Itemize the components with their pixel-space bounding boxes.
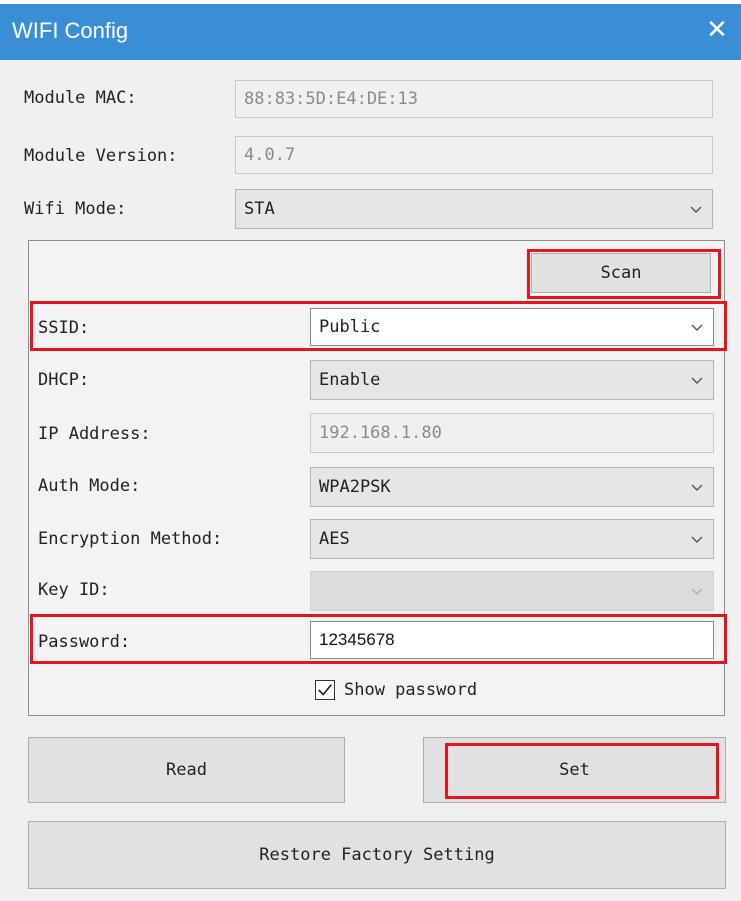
wifi-mode-label: Wifi Mode:	[24, 199, 127, 219]
password-highlight	[30, 614, 727, 664]
module-version-field[interactable]: 4.0.7	[235, 136, 713, 174]
close-icon[interactable]: ✕	[700, 10, 734, 50]
chevron-down-icon	[691, 377, 703, 384]
scan-highlight	[527, 249, 721, 299]
show-password-label[interactable]: Show password	[344, 680, 477, 700]
chevron-down-icon	[691, 536, 703, 543]
encryption-method-value: AES	[319, 529, 350, 549]
key-id-label: Key ID:	[38, 580, 110, 600]
wifi-mode-value: STA	[244, 199, 275, 219]
auth-mode-label: Auth Mode:	[38, 476, 141, 496]
encryption-method-select[interactable]: AES	[310, 519, 714, 559]
dhcp-select[interactable]: Enable	[310, 360, 714, 400]
auth-mode-select[interactable]: WPA2PSK	[310, 467, 714, 507]
restore-factory-button[interactable]: Restore Factory Setting	[28, 821, 726, 889]
chevron-down-icon	[690, 206, 702, 213]
checkmark-icon	[318, 684, 332, 696]
auth-mode-value: WPA2PSK	[319, 477, 391, 497]
module-mac-label: Module MAC:	[24, 88, 137, 108]
dhcp-label: DHCP:	[38, 370, 90, 390]
module-version-label: Module Version:	[24, 146, 178, 166]
ip-address-field[interactable]: 192.168.1.80	[310, 413, 714, 453]
module-version-value: 4.0.7	[244, 145, 296, 165]
chevron-down-icon	[691, 484, 703, 491]
window-title: WIFI Config	[12, 18, 129, 43]
ip-address-value: 192.168.1.80	[319, 423, 442, 443]
read-button[interactable]: Read	[28, 737, 345, 803]
set-highlight	[445, 743, 719, 799]
ip-address-label: IP Address:	[38, 424, 151, 444]
show-password-checkbox[interactable]	[315, 680, 335, 700]
chevron-down-icon	[691, 588, 703, 595]
key-id-select[interactable]	[310, 571, 714, 611]
module-mac-field[interactable]: 88:83:5D:E4:DE:13	[235, 80, 713, 118]
wifi-mode-select[interactable]: STA	[235, 189, 713, 229]
encryption-method-label: Encryption Method:	[38, 529, 223, 549]
module-mac-value: 88:83:5D:E4:DE:13	[244, 89, 418, 109]
ssid-highlight	[30, 301, 727, 351]
dhcp-value: Enable	[319, 370, 381, 390]
